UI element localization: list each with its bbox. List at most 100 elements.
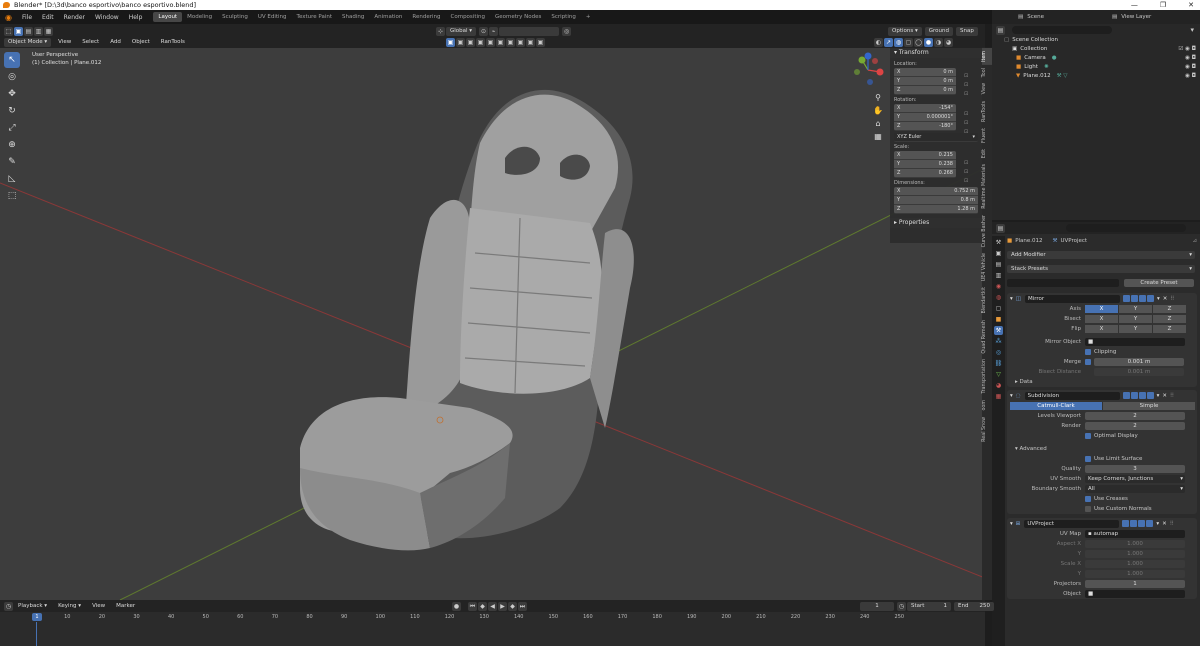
lock-icon[interactable]: ⊡: [964, 120, 968, 126]
projector-object-field[interactable]: ■: [1085, 590, 1185, 598]
workspace-tab-rendering[interactable]: Rendering: [407, 12, 445, 22]
menu-help[interactable]: Help: [124, 14, 148, 21]
editor-type-icon[interactable]: ▤: [996, 223, 1005, 233]
add-modifier-dropdown[interactable]: Add Modifier ▾: [1007, 251, 1195, 259]
filter-icon[interactable]: ▣: [466, 37, 475, 47]
play-reverse-icon[interactable]: ◀: [488, 601, 497, 611]
cursor-tool-icon[interactable]: ◎: [4, 69, 20, 85]
visibility-eye-icon[interactable]: ◉ ◘: [1185, 72, 1196, 81]
texture-tab-icon[interactable]: ▦: [994, 392, 1003, 401]
current-frame-marker[interactable]: 1: [32, 613, 42, 621]
modifier-toggle-icons[interactable]: [1122, 392, 1154, 399]
simple-toggle[interactable]: Simple: [1103, 402, 1195, 410]
start-frame-field[interactable]: Start 1: [907, 601, 951, 611]
flip-y-toggle[interactable]: Y: [1119, 325, 1152, 333]
aspect-x-field[interactable]: 1.000: [1085, 540, 1185, 548]
scale-tool-icon[interactable]: ⤢: [4, 120, 20, 136]
advanced-subpanel-toggle[interactable]: ▾ Advanced: [1015, 446, 1047, 452]
navigation-gizmo[interactable]: [848, 50, 888, 90]
mirror-object-field[interactable]: ■: [1085, 338, 1185, 346]
mirror-modifier-header[interactable]: ▾ ◫ Mirror ▾ ✕ ⠿: [1007, 293, 1197, 304]
dimensions-y-field[interactable]: Y 0.8 m: [894, 196, 978, 205]
particles-tab-icon[interactable]: ⁂: [994, 337, 1003, 346]
viewport-menu-select[interactable]: Select: [78, 38, 103, 47]
uvproject-modifier-header[interactable]: ▾ ⊞ UVProject ▾ ✕ ⠿: [1007, 518, 1197, 529]
sidebar-tab-realtime-materials[interactable]: Realtime Materials: [982, 161, 992, 212]
bisect-z-toggle[interactable]: Z: [1153, 315, 1186, 323]
add-cube-tool-icon[interactable]: ⬚: [4, 188, 20, 204]
outliner-item-camera[interactable]: ■ Camera ● ◉ ◘: [992, 54, 1200, 63]
grid-view-icon[interactable]: ▦: [872, 131, 884, 143]
filter-icon[interactable]: ▣: [516, 37, 525, 47]
record-icon[interactable]: ●: [452, 601, 461, 611]
scene-selector[interactable]: ▤ Scene ▤ View Layer: [992, 10, 1200, 24]
properties-header[interactable]: ▸ Properties: [890, 218, 982, 228]
bisect-x-toggle[interactable]: X: [1085, 315, 1118, 323]
workspace-tab-layout[interactable]: Layout: [153, 12, 183, 22]
sidebar-tab-fluent[interactable]: Fluent: [982, 125, 992, 146]
projectors-field[interactable]: 1: [1085, 580, 1185, 588]
scale-y-field[interactable]: 1.000: [1085, 570, 1185, 578]
clock-icon[interactable]: ◷: [897, 601, 906, 611]
workspace-tab-compositing[interactable]: Compositing: [446, 12, 490, 22]
filter-icon[interactable]: ▣: [496, 37, 505, 47]
catmull-clark-toggle[interactable]: Catmull-Clark: [1010, 402, 1102, 410]
subdivision-modifier-header[interactable]: ▾ ◌ Subdivision ▾ ✕ ⠿: [1007, 390, 1197, 401]
menu-window[interactable]: Window: [90, 14, 124, 21]
menu-edit[interactable]: Edit: [37, 14, 59, 21]
sidebar-tab-quad-remesh[interactable]: Quad Remesh: [982, 317, 992, 357]
collapse-chevron-icon[interactable]: ▾: [1010, 521, 1013, 527]
properties-search-input[interactable]: [1066, 224, 1186, 232]
filter-icon[interactable]: ▣: [506, 37, 515, 47]
editor-type-icon[interactable]: ⬚: [4, 26, 13, 36]
clipping-checkbox[interactable]: [1085, 349, 1091, 355]
filter-icon[interactable]: ▣: [476, 37, 485, 47]
preset-name-input[interactable]: [1007, 279, 1119, 287]
filter-icon[interactable]: ▣: [446, 37, 455, 47]
workspace-tab-texture-paint[interactable]: Texture Paint: [292, 12, 338, 22]
workspace-tab-scripting[interactable]: Scripting: [546, 12, 580, 22]
pan-hand-icon[interactable]: ✋: [872, 105, 884, 117]
rotation-y-field[interactable]: Y 0.000001°: [894, 113, 956, 122]
outliner-item-plane[interactable]: ▼ Plane.012 ⚒ ▽ ◉ ◘: [992, 72, 1200, 81]
visibility-eye-icon[interactable]: ◉ ◘: [1185, 54, 1196, 63]
use-custom-normals-checkbox[interactable]: [1085, 506, 1091, 512]
current-frame-field[interactable]: 1: [860, 601, 894, 611]
proportional-edit-icon[interactable]: ◎: [562, 26, 572, 36]
merge-distance-field[interactable]: 0.001 m: [1094, 358, 1184, 366]
physics-tab-icon[interactable]: ◎: [994, 348, 1003, 357]
workspace-tab-geometry-nodes[interactable]: Geometry Nodes: [490, 12, 546, 22]
outliner-scene-collection[interactable]: ▢ Scene Collection: [992, 36, 1200, 45]
sidebar-tab-real-snow[interactable]: Real Snow: [982, 414, 992, 445]
dropdown-icon[interactable]: ▾: [1156, 521, 1159, 527]
rotate-tool-icon[interactable]: ↻: [4, 103, 20, 119]
aspect-y-field[interactable]: 1.000: [1085, 550, 1185, 558]
select-mode-icon[interactable]: ▤: [24, 26, 33, 36]
flip-z-toggle[interactable]: Z: [1153, 325, 1186, 333]
lock-icon[interactable]: ⊡: [964, 178, 968, 184]
uvproject-modifier-name-field[interactable]: UVProject: [1024, 519, 1120, 528]
rotation-x-field[interactable]: X -154°: [894, 104, 956, 113]
timeline-menu-playback[interactable]: Playback ▾: [14, 602, 51, 611]
remove-modifier-icon[interactable]: ✕: [1163, 296, 1168, 302]
scale-z-field[interactable]: Z 0.268: [894, 169, 956, 178]
sidebar-tab-edit[interactable]: Edit: [982, 146, 992, 161]
location-z-field[interactable]: Z0 m: [894, 86, 956, 95]
output-tab-icon[interactable]: ▤: [994, 260, 1003, 269]
select-mode-icon[interactable]: ▥: [34, 26, 43, 36]
sidebar-tab-oom[interactable]: oom: [982, 397, 992, 414]
zoom-icon[interactable]: ⚲: [872, 92, 884, 104]
prev-keyframe-icon[interactable]: ◆: [478, 601, 487, 611]
modifiers-tab-icon[interactable]: ⚒: [994, 326, 1003, 335]
display-mode-icon[interactable]: ▤: [996, 25, 1005, 35]
drag-handle-icon[interactable]: ⠿: [1170, 296, 1174, 302]
add-workspace-button[interactable]: +: [581, 12, 596, 22]
sidebar-tab-curve-basher[interactable]: Curve Basher: [982, 212, 992, 250]
world-tab-icon[interactable]: ◍: [994, 293, 1003, 302]
collapse-chevron-icon[interactable]: ▾: [1010, 296, 1013, 302]
lock-icon[interactable]: ⊡: [964, 73, 968, 79]
dropdown-icon[interactable]: ▾: [1157, 296, 1160, 302]
viewport-menu-object[interactable]: Object: [128, 38, 154, 47]
use-limit-surface-checkbox[interactable]: [1085, 456, 1091, 462]
data-tab-icon[interactable]: ▽: [994, 370, 1003, 379]
